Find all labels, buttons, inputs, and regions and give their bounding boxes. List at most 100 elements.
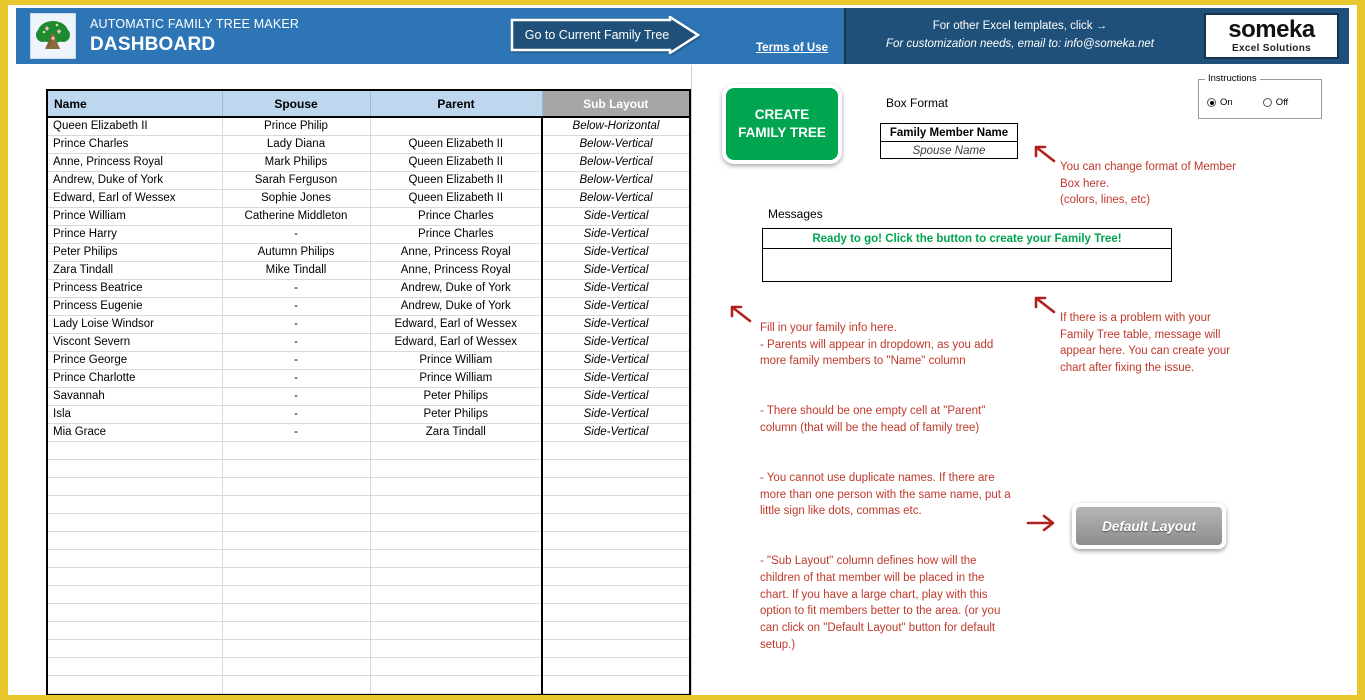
cell-sub-layout[interactable] — [542, 675, 689, 694]
table-row-empty[interactable] — [48, 639, 689, 658]
cell-name[interactable]: Prince William — [48, 207, 223, 226]
cell-spouse[interactable]: - — [222, 315, 371, 334]
cell-name[interactable]: Peter Philips — [48, 243, 223, 262]
cell-sub-layout[interactable] — [542, 459, 689, 478]
column-header-spouse[interactable]: Spouse — [222, 91, 371, 117]
cell-spouse[interactable]: - — [222, 423, 371, 442]
cell-parent[interactable]: Anne, Princess Royal — [370, 261, 543, 280]
cell-spouse[interactable] — [222, 477, 371, 496]
cell-spouse[interactable] — [222, 567, 371, 586]
cell-parent[interactable] — [370, 513, 543, 532]
cell-parent[interactable]: Queen Elizabeth II — [370, 135, 543, 154]
table-row-empty[interactable] — [48, 675, 689, 694]
cell-spouse[interactable]: Sophie Jones — [222, 189, 371, 208]
table-row-empty[interactable] — [48, 621, 689, 640]
table-row-empty[interactable] — [48, 585, 689, 604]
cell-parent[interactable] — [370, 639, 543, 658]
cell-parent[interactable] — [370, 621, 543, 640]
cell-sub-layout[interactable]: Side-Vertical — [542, 243, 689, 262]
family-members-table[interactable]: Name Spouse Parent Sub Layout Queen Eliz… — [46, 89, 691, 695]
table-row[interactable]: Prince Harry - Prince Charles Side-Vertical — [48, 225, 689, 244]
cell-name[interactable] — [48, 567, 223, 586]
cell-spouse[interactable] — [222, 657, 371, 676]
table-row[interactable]: Prince George - Prince William Side-Vertica… — [48, 351, 689, 370]
goto-current-family-tree-button[interactable]: Go to Current Family Tree — [510, 16, 700, 54]
table-row[interactable]: Savannah - Peter Philips Side-Vertical — [48, 387, 689, 406]
cell-spouse[interactable]: - — [222, 333, 371, 352]
cell-name[interactable] — [48, 549, 223, 568]
cell-spouse[interactable] — [222, 639, 371, 658]
table-row-empty[interactable] — [48, 531, 689, 550]
instructions-radio-on[interactable]: On — [1207, 97, 1233, 108]
cell-spouse[interactable]: Sarah Ferguson — [222, 171, 371, 190]
cell-spouse[interactable]: Lady Diana — [222, 135, 371, 154]
cell-name[interactable]: Prince George — [48, 351, 223, 370]
cell-parent[interactable]: Andrew, Duke of York — [370, 297, 543, 316]
cell-parent[interactable]: Peter Philips — [370, 387, 543, 406]
table-row-empty[interactable] — [48, 603, 689, 622]
column-header-sub-layout[interactable]: Sub Layout — [542, 91, 689, 117]
table-row[interactable]: Zara Tindall Mike Tindall Anne, Princess R… — [48, 261, 689, 280]
table-row[interactable]: Viscont Severn - Edward, Earl of Wessex Sid… — [48, 333, 689, 352]
cell-spouse[interactable] — [222, 585, 371, 604]
cell-sub-layout[interactable]: Side-Vertical — [542, 261, 689, 280]
table-row[interactable]: Princess Eugenie - Andrew, Duke of York Sid… — [48, 297, 689, 316]
table-row-empty[interactable] — [48, 513, 689, 532]
cell-sub-layout[interactable]: Side-Vertical — [542, 207, 689, 226]
cell-name[interactable]: Isla — [48, 405, 223, 424]
cell-spouse[interactable] — [222, 495, 371, 514]
instructions-radio-off[interactable]: Off — [1262, 97, 1288, 108]
cell-spouse[interactable] — [222, 441, 371, 460]
cell-parent[interactable]: Peter Philips — [370, 405, 543, 424]
cell-sub-layout[interactable] — [542, 585, 689, 604]
table-row[interactable]: Mia Grace - Zara Tindall Side-Vertical — [48, 423, 689, 442]
cell-spouse[interactable]: - — [222, 279, 371, 298]
table-row[interactable]: Isla - Peter Philips Side-Vertical — [48, 405, 689, 424]
cell-name[interactable] — [48, 675, 223, 694]
cell-spouse[interactable] — [222, 531, 371, 550]
table-row-empty[interactable] — [48, 657, 689, 676]
table-row[interactable]: Prince Charles Lady Diana Queen Elizabeth … — [48, 135, 689, 154]
cell-name[interactable]: Zara Tindall — [48, 261, 223, 280]
cell-sub-layout[interactable]: Below-Vertical — [542, 135, 689, 154]
cell-name[interactable]: Lady Loise Windsor — [48, 315, 223, 334]
cell-parent[interactable] — [370, 531, 543, 550]
cell-sub-layout[interactable] — [542, 567, 689, 586]
cell-name[interactable] — [48, 621, 223, 640]
cell-parent[interactable]: Prince Charles — [370, 225, 543, 244]
cell-sub-layout[interactable]: Side-Vertical — [542, 387, 689, 406]
cell-sub-layout[interactable]: Below-Vertical — [542, 153, 689, 172]
cell-name[interactable]: Viscont Severn — [48, 333, 223, 352]
cell-spouse[interactable]: Catherine Middleton — [222, 207, 371, 226]
cell-sub-layout[interactable]: Below-Vertical — [542, 189, 689, 208]
cell-sub-layout[interactable] — [542, 531, 689, 550]
create-family-tree-button[interactable]: CREATE FAMILY TREE — [722, 84, 842, 164]
table-row[interactable]: Prince Charlotte - Prince William Side-Vert… — [48, 369, 689, 388]
cell-parent[interactable]: Anne, Princess Royal — [370, 243, 543, 262]
cell-spouse[interactable]: - — [222, 369, 371, 388]
column-header-name[interactable]: Name — [48, 91, 223, 117]
cell-name[interactable] — [48, 531, 223, 550]
cell-name[interactable] — [48, 477, 223, 496]
cell-spouse[interactable]: - — [222, 297, 371, 316]
cell-parent[interactable] — [370, 603, 543, 622]
cell-name[interactable] — [48, 495, 223, 514]
cell-spouse[interactable]: - — [222, 351, 371, 370]
cell-sub-layout[interactable] — [542, 495, 689, 514]
cell-spouse[interactable]: Prince Philip — [222, 116, 371, 136]
table-row[interactable]: Edward, Earl of Wessex Sophie Jones Queen … — [48, 189, 689, 208]
cell-name[interactable]: Savannah — [48, 387, 223, 406]
table-row-empty[interactable] — [48, 567, 689, 586]
cell-sub-layout[interactable] — [542, 513, 689, 532]
cell-spouse[interactable]: Autumn Philips — [222, 243, 371, 262]
cell-sub-layout[interactable]: Below-Vertical — [542, 171, 689, 190]
terms-of-use-link[interactable]: Terms of Use — [756, 42, 828, 54]
box-format-preview[interactable]: Family Member Name Spouse Name — [880, 123, 1018, 159]
cell-sub-layout[interactable] — [542, 477, 689, 496]
table-row[interactable]: Peter Philips Autumn Philips Anne, Princes… — [48, 243, 689, 262]
table-row[interactable]: Anne, Princess Royal Mark Philips Queen El… — [48, 153, 689, 172]
cell-spouse[interactable]: - — [222, 225, 371, 244]
cell-name[interactable]: Anne, Princess Royal — [48, 153, 223, 172]
cell-spouse[interactable] — [222, 603, 371, 622]
table-row[interactable]: Queen Elizabeth II Prince Philip Below-Hor… — [48, 116, 689, 136]
